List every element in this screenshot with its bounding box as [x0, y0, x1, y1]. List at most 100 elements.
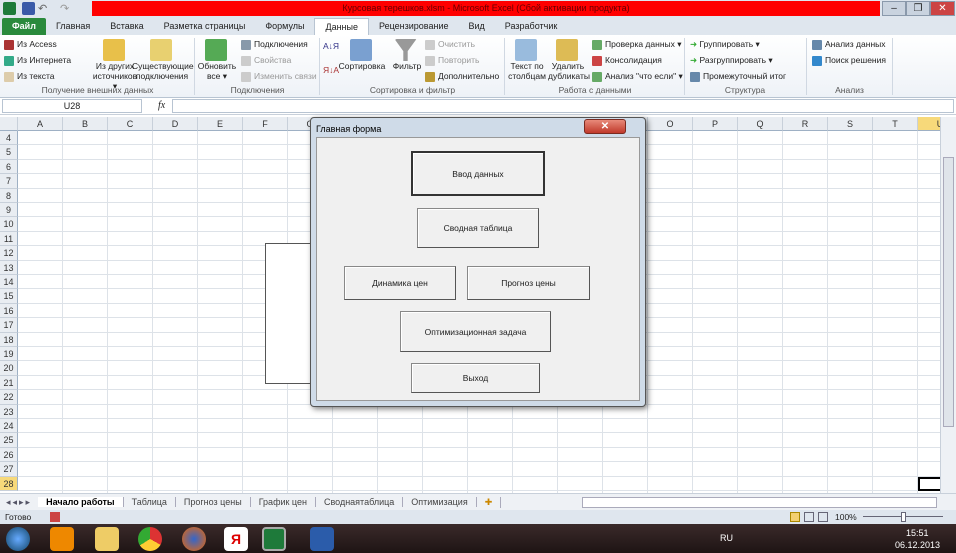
zoom-slider-thumb[interactable] — [901, 512, 906, 522]
sheet-shape[interactable] — [265, 243, 315, 384]
column-header[interactable]: A — [18, 117, 63, 131]
sheet-tab-chart[interactable]: График цен — [251, 497, 316, 507]
data-validation-button[interactable]: Проверка данных ▾ — [592, 39, 682, 50]
row-header[interactable]: 12 — [0, 246, 18, 261]
price-forecast-button[interactable]: Прогноз цены — [467, 266, 590, 300]
reapply-button[interactable]: Повторить — [425, 55, 480, 66]
excel-taskbar-icon[interactable] — [262, 527, 286, 551]
column-header[interactable]: C — [108, 117, 153, 131]
zoom-level[interactable]: 100% — [835, 510, 857, 524]
column-header[interactable]: D — [153, 117, 198, 131]
vertical-scrollbar[interactable] — [940, 117, 956, 493]
row-header[interactable]: 22 — [0, 390, 18, 405]
name-box[interactable]: U28 — [2, 99, 142, 113]
explorer-icon[interactable] — [95, 527, 119, 551]
normal-view-icon[interactable] — [790, 512, 800, 522]
tab-review[interactable]: Рецензирование — [369, 18, 459, 35]
redo-icon[interactable]: ↷ — [60, 2, 73, 15]
sort-az-button[interactable]: А↓Я — [323, 41, 339, 51]
column-header[interactable]: R — [783, 117, 828, 131]
tab-data[interactable]: Данные — [314, 18, 369, 35]
from-text-button[interactable]: Из текста — [4, 71, 54, 82]
sheet-tab-forecast[interactable]: Прогноз цены — [176, 497, 251, 507]
column-header[interactable]: T — [873, 117, 918, 131]
tab-developer[interactable]: Разработчик — [495, 18, 567, 35]
column-header[interactable]: P — [693, 117, 738, 131]
sheet-tab-pivot[interactable]: Своднаятаблица — [316, 497, 404, 507]
row-header[interactable]: 28 — [0, 476, 18, 491]
row-header[interactable]: 8 — [0, 188, 18, 203]
macro-record-icon[interactable] — [50, 512, 60, 522]
row-header[interactable]: 11 — [0, 231, 18, 247]
clock-date[interactable]: 06.12.2013 — [895, 540, 940, 550]
sheet-nav-arrows[interactable]: ◂◂▸▸ — [0, 497, 38, 508]
row-header[interactable]: 20 — [0, 361, 18, 376]
row-header[interactable]: 6 — [0, 159, 18, 175]
row-header[interactable]: 14 — [0, 275, 18, 290]
restore-button[interactable]: ❐ — [906, 1, 930, 16]
connections-button[interactable]: Подключения — [241, 39, 308, 50]
firefox-icon[interactable] — [182, 527, 206, 551]
scroll-thumb[interactable] — [943, 157, 954, 427]
row-header[interactable]: 16 — [0, 303, 18, 319]
column-header[interactable]: F — [243, 117, 288, 131]
row-header[interactable]: 24 — [0, 419, 18, 434]
group-button[interactable]: ➜ Группировать ▾ — [690, 39, 760, 50]
sort-za-button[interactable]: Я↓А — [323, 65, 339, 75]
row-header[interactable]: 5 — [0, 145, 18, 160]
solver-button[interactable]: Поиск решения — [812, 55, 886, 66]
page-break-view-icon[interactable] — [818, 512, 828, 522]
column-header[interactable]: O — [648, 117, 693, 131]
row-header[interactable]: 4 — [0, 131, 18, 146]
column-header[interactable]: E — [198, 117, 243, 131]
from-web-button[interactable]: Из Интернета — [4, 55, 71, 66]
row-header[interactable]: 21 — [0, 375, 18, 391]
row-header[interactable]: 10 — [0, 217, 18, 232]
from-access-button[interactable]: Из Access — [4, 39, 57, 50]
text-to-columns-button[interactable]: Текст по столбцам — [506, 39, 548, 81]
existing-connections-button[interactable]: Существующие подключения — [132, 39, 194, 81]
advanced-filter-button[interactable]: Дополнительно — [425, 71, 499, 82]
tab-page-layout[interactable]: Разметка страницы — [154, 18, 256, 35]
properties-button[interactable]: Свойства — [241, 55, 291, 66]
minimize-button[interactable]: – — [882, 1, 906, 16]
yandex-icon[interactable]: Я — [224, 527, 248, 551]
close-button[interactable]: ✕ — [930, 1, 955, 16]
tab-view[interactable]: Вид — [459, 18, 495, 35]
row-header[interactable]: 19 — [0, 347, 18, 362]
row-header[interactable]: 18 — [0, 332, 18, 347]
refresh-all-button[interactable]: Обновить все ▾ — [197, 39, 237, 81]
sheet-tab-table[interactable]: Таблица — [124, 497, 176, 507]
filter-button[interactable]: Фильтр — [390, 39, 424, 71]
exit-button[interactable]: Выход — [411, 363, 540, 393]
subtotal-button[interactable]: Промежуточный итог — [690, 71, 786, 82]
edit-links-button[interactable]: Изменить связи — [241, 71, 317, 82]
row-header[interactable]: 15 — [0, 289, 18, 304]
tab-formulas[interactable]: Формулы — [255, 18, 314, 35]
row-header[interactable]: 23 — [0, 404, 18, 419]
column-header[interactable]: B — [63, 117, 108, 131]
page-layout-view-icon[interactable] — [804, 512, 814, 522]
optimization-task-button[interactable]: Оптимизационная задача — [400, 311, 551, 352]
function-icon[interactable]: fx — [158, 100, 165, 111]
column-header[interactable]: S — [828, 117, 873, 131]
sheet-tab-optimization[interactable]: Оптимизация — [403, 497, 477, 507]
row-header[interactable]: 7 — [0, 174, 18, 189]
select-all-corner[interactable] — [0, 117, 18, 131]
formula-input[interactable] — [172, 99, 954, 113]
remove-duplicates-button[interactable]: Удалить дубликаты — [548, 39, 590, 81]
clear-filter-button[interactable]: Очистить — [425, 39, 475, 50]
media-player-icon[interactable] — [50, 527, 74, 551]
pivot-table-button[interactable]: Сводная таблица — [417, 208, 539, 248]
column-header[interactable]: Q — [738, 117, 783, 131]
language-indicator[interactable]: RU — [720, 533, 733, 543]
row-header[interactable]: 27 — [0, 462, 18, 477]
clock-time[interactable]: 15:51 — [906, 528, 929, 538]
word-taskbar-icon[interactable] — [310, 527, 334, 551]
ungroup-button[interactable]: ➜ Разгруппировать ▾ — [690, 55, 773, 66]
sort-button[interactable]: Сортировка — [338, 39, 386, 71]
price-dynamics-button[interactable]: Динамика цен — [344, 266, 456, 300]
row-header[interactable]: 13 — [0, 260, 18, 275]
consolidate-button[interactable]: Консолидация — [592, 55, 662, 66]
row-header[interactable]: 25 — [0, 433, 18, 448]
